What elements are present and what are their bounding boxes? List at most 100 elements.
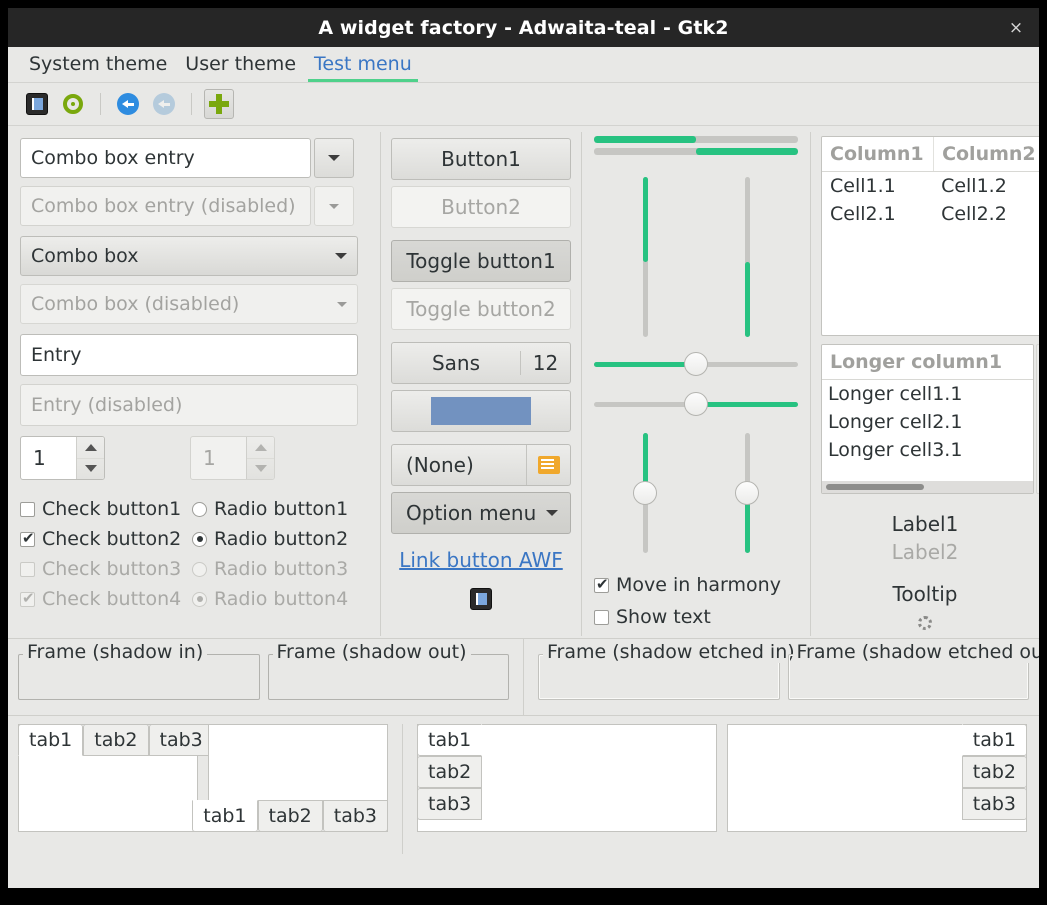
combo-box-entry-input[interactable]: Combo box entry xyxy=(20,138,311,178)
horizontal-scale-1[interactable] xyxy=(594,351,798,377)
label-2: Label2 xyxy=(891,540,959,564)
spin-down-disabled-button xyxy=(247,457,274,480)
combo-box[interactable]: Combo box xyxy=(20,236,358,276)
cell: Cell1.2 xyxy=(941,175,1007,197)
toolbar-add-button[interactable] xyxy=(204,89,234,119)
entry-disabled-input: Entry (disabled) xyxy=(20,384,358,426)
table-row[interactable]: Cell1.1 Cell1.2 xyxy=(822,172,1039,200)
toolbar-refresh-button[interactable] xyxy=(58,89,88,119)
tab-bottom-1[interactable]: tab1 xyxy=(192,800,258,832)
menu-item-user-theme[interactable]: User theme xyxy=(176,51,305,82)
notebook-tabs-left: tab1 tab2 tab3 xyxy=(417,724,717,832)
frame-shadow-etched-out-label: Frame (shadow etched out) xyxy=(792,641,1039,663)
notebook-right-tablist: tab1 tab2 tab3 xyxy=(961,724,1027,820)
tab-left-2[interactable]: tab2 xyxy=(417,756,483,788)
spin-up-button[interactable] xyxy=(77,437,104,458)
entry-row: Entry xyxy=(20,334,368,376)
checkbox-icon[interactable] xyxy=(594,609,609,625)
check-button-4: Check button4 xyxy=(20,588,192,610)
radio-button-1[interactable]: Radio button1 xyxy=(192,498,348,520)
treeview-2-column-1[interactable]: Longer column1 xyxy=(822,345,1033,379)
check-button-1[interactable]: Check button1 xyxy=(20,498,192,520)
vertical-scale-2-thumb[interactable] xyxy=(735,481,759,505)
caret-down-icon xyxy=(254,465,267,473)
tab-left-1[interactable]: tab1 xyxy=(417,724,483,756)
toolbar-back-disabled-button xyxy=(149,89,179,119)
tab-top-2[interactable]: tab2 xyxy=(83,724,149,756)
vertical-progress-2-fill xyxy=(744,261,750,337)
table-row[interactable]: Cell2.1 Cell2.2 xyxy=(822,200,1039,228)
horizontal-scale-2[interactable] xyxy=(594,391,798,417)
vertical-scale-group xyxy=(594,433,798,553)
tab-top-1[interactable]: tab1 xyxy=(18,724,84,756)
tab-right-3[interactable]: tab3 xyxy=(961,788,1027,820)
combo-box-label: Combo box xyxy=(31,245,139,267)
spin-button-value[interactable]: 1 xyxy=(21,437,76,479)
horizontal-scrollbar[interactable] xyxy=(822,481,1033,493)
tooltip-label[interactable]: Tooltip xyxy=(821,582,1029,606)
check-button-4-label: Check button4 xyxy=(42,588,182,610)
cell: Cell1.1 xyxy=(830,175,896,197)
checkbox-icon[interactable] xyxy=(20,501,35,517)
toggle-button1[interactable]: Toggle button1 xyxy=(391,240,571,282)
notebook-group-1: tab1 tab2 tab3 tab1 tab2 tab3 xyxy=(18,724,388,856)
chevron-down-icon xyxy=(335,253,347,259)
horizontal-scale-1-thumb[interactable] xyxy=(684,352,708,376)
notebook-top-tablist: tab1 tab2 tab3 xyxy=(18,724,214,756)
widgets-row: Combo box entry Combo box entry (disable… xyxy=(8,126,1039,638)
check-button-3-label: Check button3 xyxy=(42,558,182,580)
folder-icon-wrap xyxy=(526,445,570,485)
tab-right-2[interactable]: tab2 xyxy=(961,756,1027,788)
tab-bottom-3[interactable]: tab3 xyxy=(322,800,388,832)
check-button-2-label: Check button2 xyxy=(42,528,182,550)
color-button[interactable] xyxy=(391,390,571,432)
combo-box-entry-arrow[interactable] xyxy=(314,138,354,178)
option-menu-button[interactable]: Option menu xyxy=(391,492,571,534)
radio-selected-icon[interactable] xyxy=(192,531,207,547)
treeview-1-column-1[interactable]: Column1 xyxy=(822,137,933,171)
button1[interactable]: Button1 xyxy=(391,138,571,180)
treeview-1[interactable]: Column1 Column2 Cell1.1 Cell1.2 Cell2.1 … xyxy=(821,136,1039,336)
table-row[interactable]: Longer cell3.1 xyxy=(822,436,1033,464)
vertical-scale-1-thumb[interactable] xyxy=(633,481,657,505)
checkbox-checked-icon[interactable] xyxy=(594,575,609,594)
notebook-tabs-top: tab1 tab2 tab3 xyxy=(18,724,214,832)
treeview-2[interactable]: Longer column1 Longer cell1.1 Longer cel… xyxy=(821,344,1034,494)
checkbox-checked-icon[interactable] xyxy=(20,529,35,548)
check-button-2[interactable]: Check button2 xyxy=(20,528,192,550)
menu-item-system-theme[interactable]: System theme xyxy=(20,51,176,82)
radio-button-2[interactable]: Radio button2 xyxy=(192,528,348,550)
tab-left-3[interactable]: tab3 xyxy=(417,788,483,820)
treeview-1-column-2[interactable]: Column2 xyxy=(933,137,1039,171)
vertical-scale-2[interactable] xyxy=(735,433,759,553)
file-chooser-button[interactable]: (None) xyxy=(391,444,571,486)
font-button[interactable]: Sans 12 xyxy=(391,342,571,384)
horizontal-scrollbar-thumb[interactable] xyxy=(826,484,924,490)
vertical-scrollbar[interactable] xyxy=(1036,344,1039,494)
toolbar-back-button[interactable] xyxy=(113,89,143,119)
toolbar-document-button[interactable] xyxy=(22,89,52,119)
menu-item-test-menu[interactable]: Test menu xyxy=(305,51,421,82)
tab-bottom-2[interactable]: tab2 xyxy=(257,800,323,832)
horizontal-scale-2-thumb[interactable] xyxy=(684,392,708,416)
tab-top-3[interactable]: tab3 xyxy=(148,724,214,756)
combo-box-disabled: Combo box (disabled) xyxy=(20,284,358,324)
frame-shadow-out-label: Frame (shadow out) xyxy=(272,641,471,663)
move-in-harmony-row[interactable]: Move in harmony xyxy=(594,569,798,601)
spin-down-button[interactable] xyxy=(77,457,104,480)
color-swatch xyxy=(431,397,531,425)
vertical-scale-1[interactable] xyxy=(633,433,657,553)
entry-input[interactable]: Entry xyxy=(20,334,358,376)
show-text-row[interactable]: Show text xyxy=(594,601,798,633)
table-row[interactable]: Longer cell1.1 xyxy=(822,380,1033,408)
close-button[interactable]: × xyxy=(1005,17,1027,39)
spin-button-disabled-steppers xyxy=(246,437,274,479)
combo-box-entry-disabled-input: Combo box entry (disabled) xyxy=(20,186,311,226)
table-row[interactable]: Longer cell2.1 xyxy=(822,408,1033,436)
frame-shadow-etched-out: Frame (shadow etched out) xyxy=(787,641,1039,700)
spin-button[interactable]: 1 xyxy=(20,436,105,480)
radio-icon[interactable] xyxy=(192,501,207,517)
show-text-label: Show text xyxy=(616,606,711,628)
tab-right-1[interactable]: tab1 xyxy=(961,724,1027,756)
link-button[interactable]: Link button AWF xyxy=(391,548,571,572)
